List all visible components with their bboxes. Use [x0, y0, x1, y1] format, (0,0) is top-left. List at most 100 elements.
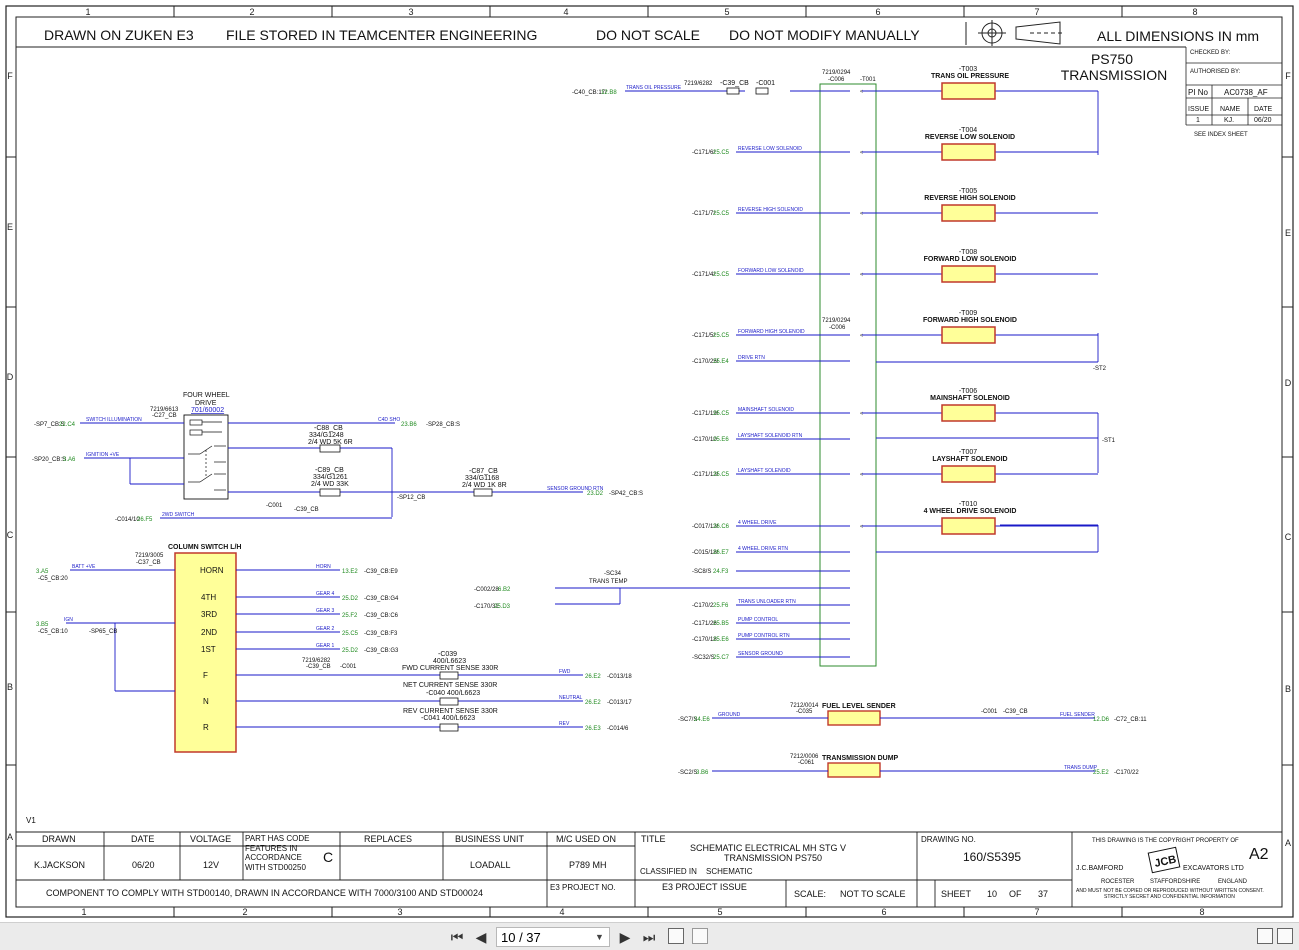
column-switch-position: 4TH	[201, 593, 216, 602]
continuous-icon[interactable]	[1277, 928, 1293, 944]
c88-desc: 2/4 WD 5K 6R	[308, 439, 353, 446]
fit-page-icon[interactable]	[668, 928, 684, 944]
pi-no-value: AC0738_AF	[1224, 88, 1268, 97]
col-label-1-bottom: 1	[81, 907, 86, 917]
header-dimensions: ALL DIMENSIONS IN mm	[1097, 28, 1259, 44]
solenoid-name: FORWARD LOW SOLENOID	[924, 256, 1017, 263]
business-unit-label: BUSINESS UNIT	[455, 834, 525, 844]
part-code-letter: C	[323, 849, 333, 865]
c89-resistor	[319, 488, 341, 497]
column-switch-signal: HORN	[316, 564, 331, 570]
c002-pre: -C002/28	[474, 587, 499, 593]
address-2: STAFFORDSHIRE	[1150, 879, 1200, 885]
connector-pin-mark: <	[860, 524, 863, 530]
ref-target: 25.C5	[713, 411, 730, 417]
column-switch-position: 2ND	[201, 628, 217, 637]
fwd-switch-ref-link[interactable]: 701/60002	[191, 407, 224, 414]
column-switch-ref-target: -C013/18	[607, 674, 632, 680]
column-switch-signal: REV	[559, 721, 570, 727]
solenoid-box	[941, 265, 996, 283]
ref-target: 25.E6	[713, 437, 729, 443]
st2-label: -ST2	[1093, 366, 1107, 372]
ref-prefix: -SC32/S	[692, 655, 715, 661]
ref-target: 25.C5	[713, 272, 730, 278]
connector-pin-mark: <	[860, 89, 863, 95]
connector-pin-mark: <	[860, 211, 863, 217]
dump-post: -C170/22	[1114, 770, 1139, 776]
c035-label: -C035	[796, 709, 813, 715]
c88-resistor	[319, 444, 341, 453]
fuel-c39-label: -C39_CB	[1003, 709, 1028, 715]
fuel-level-sender-title: FUEL LEVEL SENDER	[822, 703, 896, 710]
b23-post: -SP28_CB:S	[426, 422, 460, 428]
header-file-stored: FILE STORED IN TEAMCENTER ENGINEERING	[226, 27, 537, 43]
sc7-signal: GROUND	[718, 712, 741, 718]
connector-pin-mark: <	[860, 411, 863, 417]
c89-desc: 2/4 WD 33K	[311, 481, 349, 488]
c27-label: -C27_CB	[152, 413, 177, 419]
notice-line-2: STRICTLY SECRET AND CONFIDENTIAL INFORMA…	[1104, 894, 1235, 900]
last-page-icon[interactable]: ⏭	[640, 928, 658, 946]
batt-signal: BATT +VE	[72, 564, 96, 570]
transmission-dump-box	[827, 762, 881, 778]
page-number-select[interactable]: 10 / 37 ▼	[496, 927, 610, 947]
solenoid-id: -T003	[959, 66, 977, 73]
fwd-switch-title-2: DRIVE	[195, 400, 217, 407]
c041-part: -C041 400/L6623	[421, 715, 475, 722]
col-label-1: 1	[85, 7, 90, 17]
c40-ref: 12.B8	[601, 90, 617, 96]
col-label-3-bottom: 3	[397, 907, 402, 917]
column-switch-ref-target: -C39_CB:G3	[364, 648, 399, 654]
c040-desc: NET CURRENT SENSE 330R	[403, 682, 497, 689]
solenoid-name: REVERSE HIGH SOLENOID	[924, 195, 1015, 202]
row-label-c-right: C	[1285, 532, 1292, 542]
solenoid-id: -T004	[959, 127, 977, 134]
next-page-icon[interactable]: ▶	[616, 928, 634, 946]
c87-desc: 2/4 WD 1K 8R	[462, 482, 507, 489]
header-do-not-modify: DO NOT MODIFY MANUALLY	[729, 27, 920, 43]
sp65-label: -SP65_CB	[89, 629, 117, 635]
c001-fwd-label: -C001	[266, 503, 283, 509]
column-switch-ref: 25.D2	[342, 648, 359, 654]
solenoid-box	[941, 204, 996, 222]
c039-desc: FWD CURRENT SENSE 330R	[402, 665, 498, 672]
sheet-label: SHEET	[941, 889, 972, 899]
column-switch-ref-target: -C39_CB:C6	[364, 613, 399, 619]
signal-name: SENSOR GROUND	[738, 651, 783, 657]
column-switch-ref-target: -C39_CB:E9	[364, 569, 398, 575]
signal-name: MAINSHAFT SOLENOID	[738, 407, 794, 413]
ref-prefix: -C170/2	[692, 603, 714, 609]
single-page-icon[interactable]	[1257, 928, 1273, 944]
solenoid-id: -T008	[959, 249, 977, 256]
c39-top: -C39_CB	[720, 80, 749, 87]
fuel-ref: 12.D6	[1093, 717, 1110, 723]
scale-label: SCALE:	[794, 889, 826, 899]
fuel-post: -C72_CB:11	[1114, 717, 1147, 723]
solenoid-id: -T007	[959, 449, 977, 456]
lower-connector-rows: -C171/6/25.C5 REVERSE LOW SOLENOID -C171/7…	[692, 146, 850, 661]
connector-pin-mark: <	[860, 272, 863, 278]
solenoid-name: FORWARD HIGH SOLENOID	[923, 317, 1017, 324]
ref-prefix: -C171/4/	[692, 272, 715, 278]
solenoid-name: MAINSHAFT SOLENOID	[930, 395, 1010, 402]
first-page-icon[interactable]: ⏮	[448, 928, 466, 946]
fwd-switch-title-1: FOUR WHEEL	[183, 392, 230, 399]
column-switch-ref: 26.E3	[585, 726, 601, 732]
signal-name: FORWARD LOW SOLENOID	[738, 268, 804, 274]
authorised-by-label: AUTHORISED BY:	[1190, 69, 1241, 75]
row-label-e: E	[7, 222, 13, 232]
c006-part: 7219/0294	[822, 70, 851, 76]
b23-ref: 23.B6	[401, 422, 417, 428]
ref-target: 25.E4	[713, 359, 729, 365]
checked-by-label: CHECKED BY:	[1190, 50, 1231, 56]
prev-page-icon[interactable]: ◀	[472, 928, 490, 946]
solenoid-name: 4 WHEEL DRIVE SOLENOID	[924, 508, 1017, 515]
fit-width-icon[interactable]	[692, 928, 708, 944]
c39-fwd-label: -C39_CB	[294, 507, 319, 513]
solenoid-box	[941, 404, 996, 422]
ref-prefix: -SC8/S	[692, 569, 711, 575]
col-label-5: 5	[724, 7, 729, 17]
c87-label: -C87_CB	[469, 468, 498, 475]
sp7-signal: SWITCH ILLUMINATION	[86, 417, 142, 423]
of-label: OF	[1009, 889, 1022, 899]
